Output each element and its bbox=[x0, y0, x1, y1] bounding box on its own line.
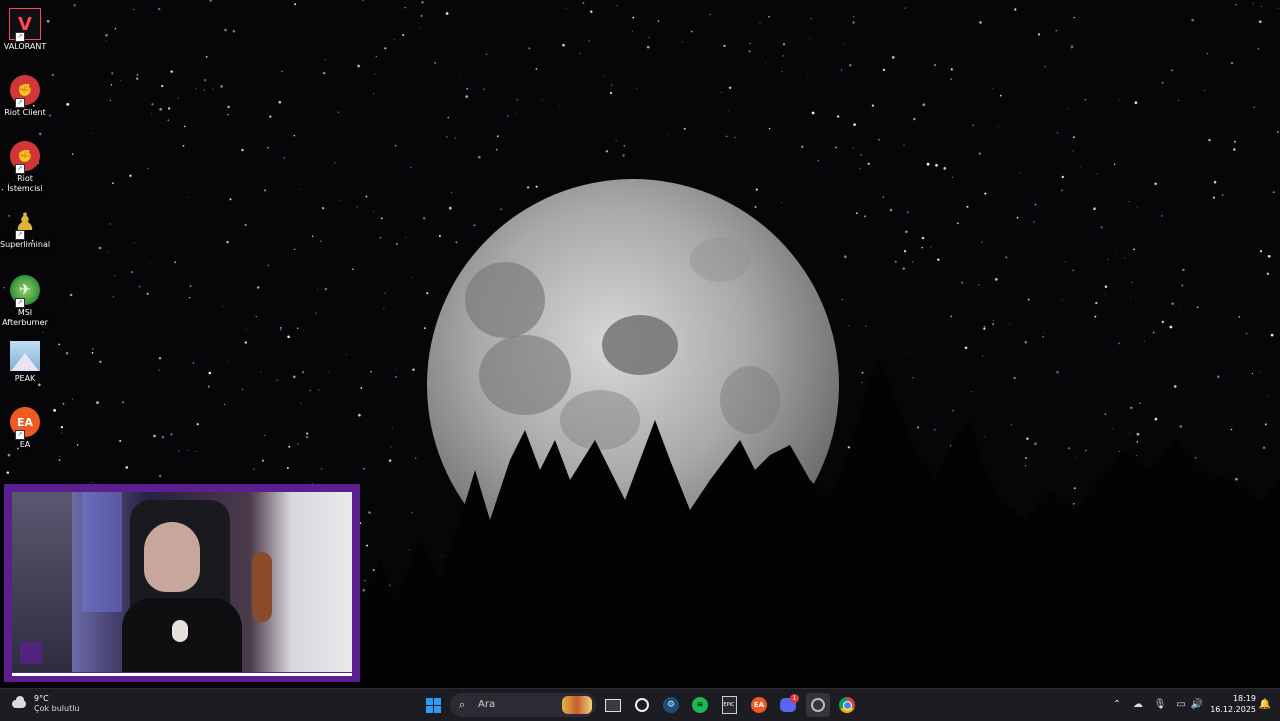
desktop-icon-label: EA bbox=[19, 440, 31, 449]
task-view-icon bbox=[605, 698, 621, 712]
weather-temp: 9°C bbox=[34, 694, 49, 703]
clock-time: 18:19 bbox=[1232, 694, 1256, 703]
desktop-icon-ea[interactable]: EA ↗ EA bbox=[0, 402, 50, 450]
microphone-icon[interactable]: 🎙 bbox=[1153, 697, 1167, 711]
desktop-icon-label: VALORANT bbox=[3, 42, 47, 51]
system-clock[interactable]: 18:19 16.12.2025 bbox=[1208, 693, 1256, 715]
search-placeholder: Ara bbox=[478, 699, 496, 710]
spotify-button[interactable]: ≋ bbox=[688, 693, 712, 717]
desktop-icon-riot-istemcisi[interactable]: ✊ ↗ Riot İstemcisi bbox=[0, 136, 50, 194]
search-highlight-image bbox=[562, 696, 592, 714]
desktop-icon-label: Superliminal bbox=[0, 240, 51, 249]
taskbar-search[interactable]: ⌕ Ara bbox=[450, 693, 596, 717]
volume-icon[interactable]: 🔊 bbox=[1190, 697, 1204, 711]
ea-app-button[interactable]: EA bbox=[747, 693, 771, 717]
cloud-icon bbox=[10, 696, 28, 710]
task-view-button[interactable] bbox=[601, 693, 625, 717]
chrome-button[interactable] bbox=[835, 693, 859, 717]
desktop-icon-msi-afterburner[interactable]: ✈ ↗ MSI Afterburner bbox=[0, 270, 50, 328]
riot-client-icon: ✊ ↗ bbox=[9, 140, 41, 174]
steam-button[interactable]: ⚙ bbox=[659, 693, 683, 717]
riot-client-icon: ✊ ↗ bbox=[9, 74, 41, 108]
epic-games-button[interactable]: EPIC bbox=[717, 693, 741, 717]
browser-icon bbox=[811, 698, 825, 712]
desktop-icon-label: PEAK bbox=[14, 374, 36, 383]
obs-button[interactable] bbox=[630, 693, 654, 717]
steam-icon: ⚙ bbox=[663, 697, 679, 713]
windows-start-icon bbox=[425, 697, 441, 713]
desktop-icon-peak[interactable]: PEAK bbox=[0, 336, 50, 384]
desktop-icon-label: Riot İstemcisi bbox=[7, 174, 43, 193]
webcam-overlay bbox=[4, 484, 360, 682]
obs-icon bbox=[635, 698, 649, 712]
clock-date: 16.12.2025 bbox=[1210, 705, 1256, 714]
desktop-icon-valorant[interactable]: V ↗ VALORANT bbox=[0, 4, 50, 52]
peak-icon bbox=[9, 340, 41, 372]
desktop-icon-label: MSI Afterburner bbox=[2, 308, 48, 327]
spotify-icon: ≋ bbox=[692, 697, 708, 713]
taskbar: 9°C Çok bulutlu ⌕ Ara ⚙ ≋ EPIC EA 1 ⌃ ☁ … bbox=[0, 688, 1280, 721]
onedrive-icon[interactable]: ☁ bbox=[1131, 697, 1145, 711]
epic-games-icon: EPIC bbox=[721, 696, 737, 714]
weather-condition: Çok bulutlu bbox=[34, 704, 80, 713]
msi-afterburner-icon: ✈ ↗ bbox=[9, 274, 41, 308]
search-icon: ⌕ bbox=[459, 698, 466, 711]
superliminal-icon: ♟ ↗ bbox=[14, 208, 36, 240]
desktop-icon-superliminal[interactable]: ♟ ↗ Superliminal bbox=[0, 202, 50, 250]
discord-button[interactable]: 1 bbox=[776, 693, 800, 717]
webcam-feed bbox=[12, 492, 352, 672]
weather-widget[interactable]: 9°C Çok bulutlu bbox=[10, 694, 90, 716]
ea-app-icon: EA bbox=[751, 697, 767, 713]
desktop-icon-label: Riot Client bbox=[4, 108, 46, 117]
chrome-icon bbox=[839, 697, 855, 713]
discord-badge: 1 bbox=[790, 694, 799, 703]
network-icon[interactable]: ▭ bbox=[1174, 697, 1188, 711]
valorant-icon: V ↗ bbox=[9, 8, 41, 42]
chevron-up-icon[interactable]: ⌃ bbox=[1110, 697, 1124, 711]
ea-icon: EA ↗ bbox=[9, 406, 41, 440]
desktop-icon-riot-client[interactable]: ✊ ↗ Riot Client bbox=[0, 70, 50, 118]
notification-icon[interactable]: 🔔 bbox=[1258, 697, 1272, 711]
start-button[interactable] bbox=[421, 693, 445, 717]
browser-button[interactable] bbox=[806, 693, 830, 717]
